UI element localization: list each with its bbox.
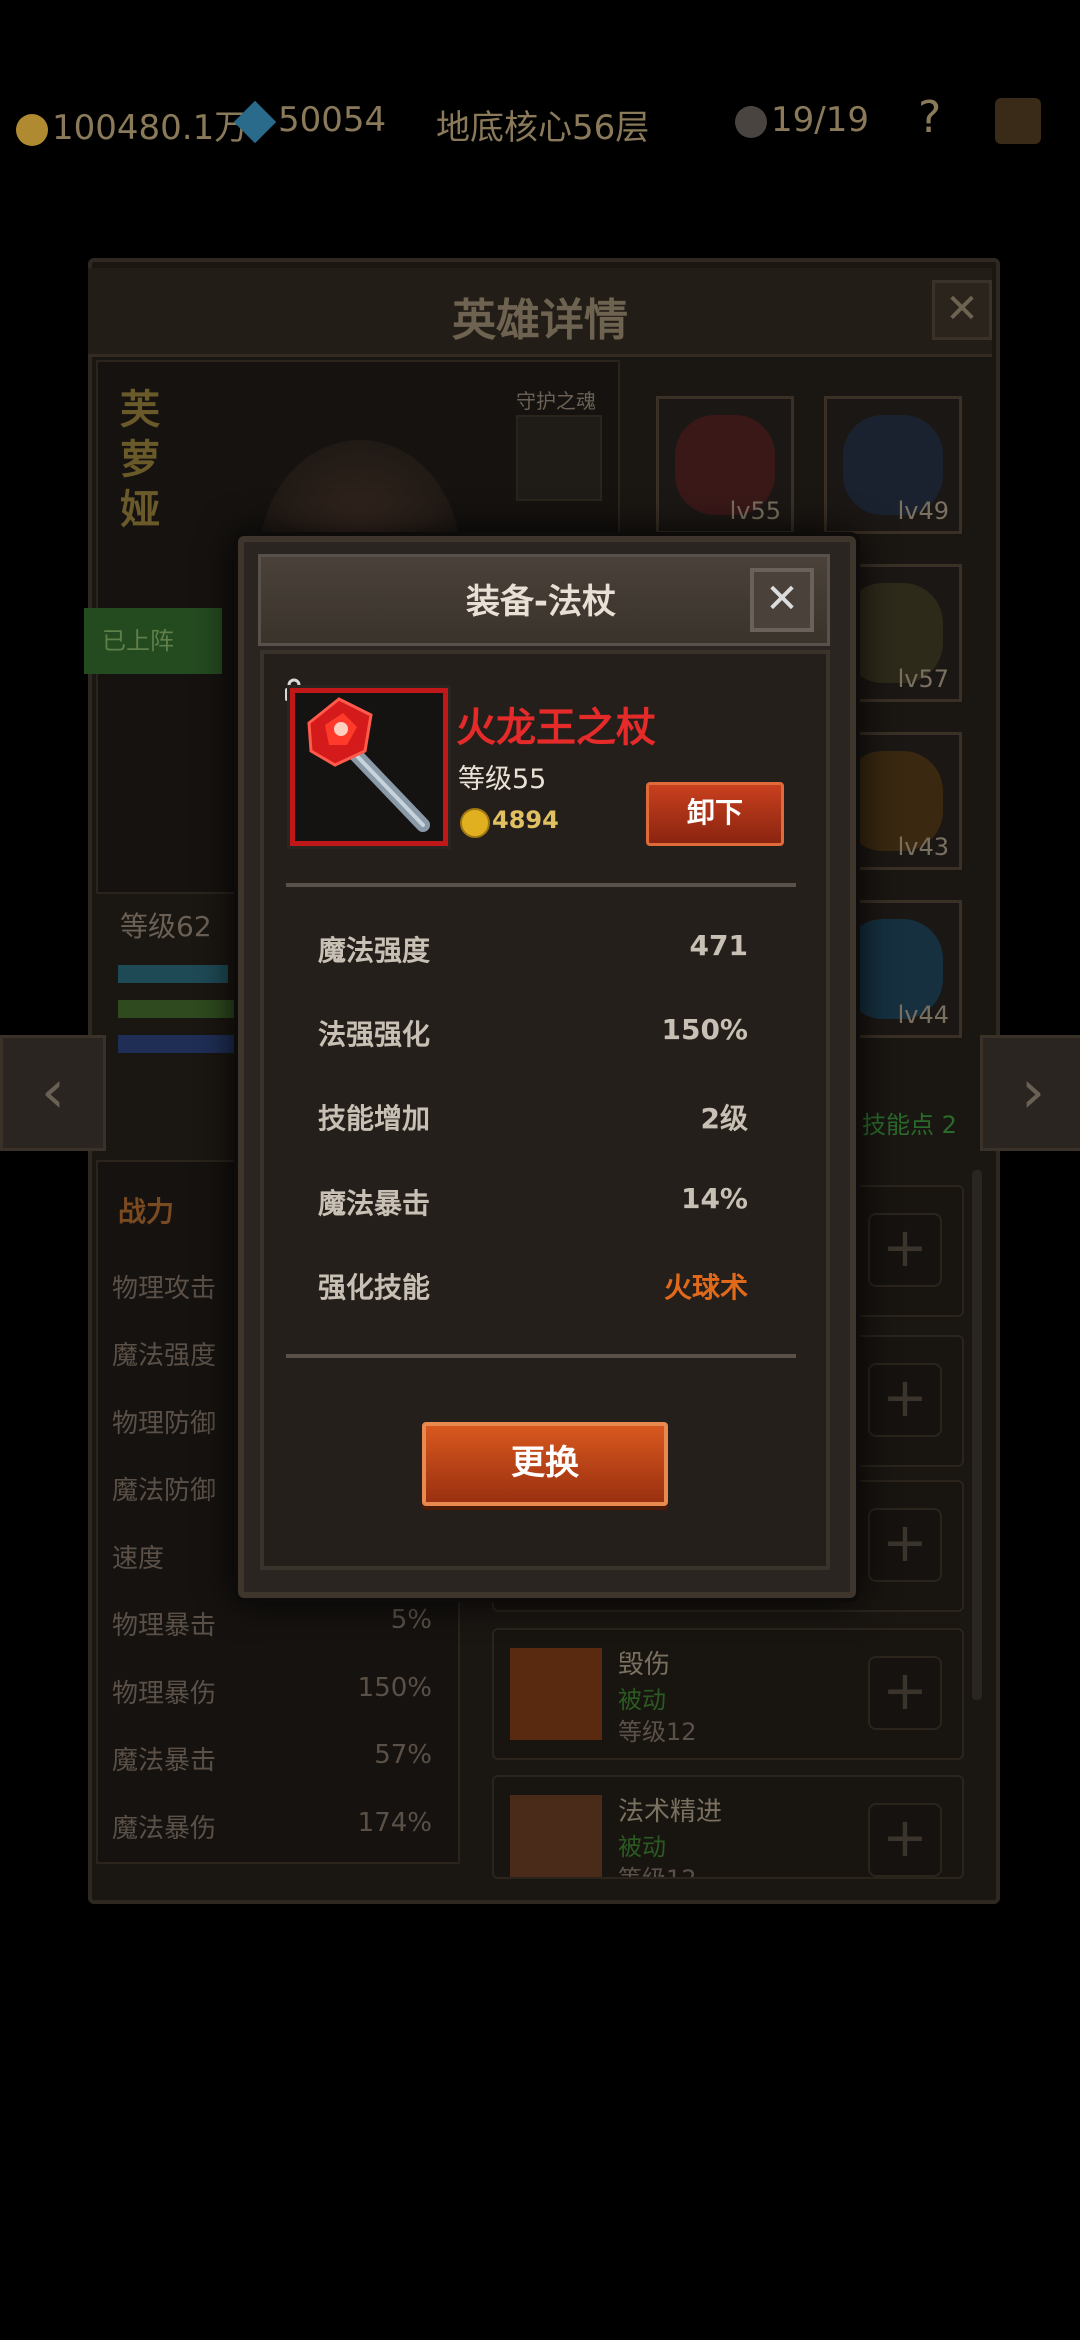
skill-type: 被动: [618, 1686, 666, 1714]
unequip-button[interactable]: 卸下: [646, 782, 784, 846]
stat-label: 速度: [112, 1544, 165, 1574]
gem-icon: [233, 100, 277, 143]
swap-button[interactable]: 更换: [422, 1422, 668, 1506]
guardian-slot[interactable]: [516, 415, 602, 501]
equip-level: lv49: [897, 497, 949, 525]
guardian-label: 守护之魂: [516, 389, 596, 413]
skill-name: 法术精进: [618, 1797, 723, 1827]
skill-points: 技能点 2: [862, 1111, 957, 1139]
attribute-row: 法强强化 150%: [318, 1013, 748, 1053]
enhanced-skill-value: 火球术: [663, 1271, 748, 1304]
skill-scrollbar[interactable]: [972, 1170, 982, 1700]
skill-row: 毁伤 被动 等级12 +: [492, 1628, 964, 1760]
skill-level: 等级12: [618, 1718, 697, 1746]
item-icon-box: [290, 688, 448, 846]
prev-hero-arrow-icon[interactable]: ‹: [0, 1035, 106, 1151]
gold-amount: 100480.1万: [52, 108, 249, 148]
hero-detail-close-button[interactable]: ✕: [932, 280, 992, 340]
stat-label: 物理攻击: [112, 1274, 217, 1304]
stat-row: 物理暴击 5%: [112, 1605, 432, 1642]
stat-row: 物理暴伤 150%: [112, 1673, 432, 1710]
attribute-value: 471: [689, 929, 748, 962]
attribute-row: 魔法强度 471: [318, 929, 748, 969]
gold-counter: 100480.1万: [16, 100, 248, 149]
attribute-label: 法强强化: [318, 1018, 431, 1051]
stat-label: 魔法防御: [112, 1476, 217, 1506]
attribute-row: 强化技能 火球术: [318, 1266, 748, 1306]
gold-coin-icon: [460, 808, 490, 838]
stat-label: 物理暴伤: [112, 1679, 217, 1709]
stage-label: 地底核心56层: [436, 108, 650, 148]
skill-upgrade-button[interactable]: +: [868, 1213, 942, 1287]
hp-bar: [118, 965, 228, 983]
skill-level: 等级12: [618, 1865, 697, 1879]
attribute-label: 魔法强度: [318, 934, 431, 967]
skill-type: 被动: [618, 1833, 666, 1861]
hero-detail-title: 英雄详情: [452, 295, 628, 346]
stat-value: 5%: [390, 1605, 432, 1635]
equip-level: lv44: [897, 1001, 949, 1029]
stat-label: 物理暴击: [112, 1611, 217, 1641]
stat-label: 物理防御: [112, 1409, 217, 1439]
equip-level: lv55: [729, 497, 781, 525]
stat-label: 魔法暴击: [112, 1746, 217, 1776]
attribute-row: 魔法暴击 14%: [318, 1182, 748, 1222]
stats-title: 战力: [118, 1195, 175, 1228]
hero-level: 等级62: [120, 910, 212, 943]
stat-label: 魔法强度: [112, 1341, 217, 1371]
gold-coin-icon: [16, 113, 48, 146]
equip-slot-necklace[interactable]: lv49: [824, 396, 962, 534]
stat-row: 魔法暴击 57%: [112, 1740, 432, 1777]
modal-title: 装备-法杖: [465, 582, 617, 622]
stat-row: 魔法暴伤 174%: [112, 1808, 432, 1845]
skill-upgrade-button[interactable]: +: [868, 1363, 942, 1437]
equip-slot-helmet[interactable]: lv55: [656, 396, 794, 534]
stat-label: 魔法暴伤: [112, 1814, 217, 1844]
skill-icon: [510, 1795, 602, 1877]
next-hero-arrow-icon[interactable]: ›: [980, 1035, 1080, 1151]
staff-icon: [307, 697, 430, 832]
settings-icon[interactable]: [995, 98, 1041, 144]
equip-level: lv43: [897, 833, 949, 861]
stat-value: 150%: [357, 1673, 432, 1703]
item-name: 火龙王之杖: [456, 705, 656, 751]
hero-name: 芙萝娅: [120, 387, 160, 533]
help-button[interactable]: ?: [918, 92, 941, 143]
top-bar: 100480.1万 50054 地底核心56层 19/19 ?: [0, 90, 1080, 150]
stamina-counter: 19/19: [735, 100, 869, 140]
gem-amount: 50054: [278, 100, 387, 140]
stamina-amount: 19/19: [771, 100, 869, 140]
skill-upgrade-button[interactable]: +: [868, 1803, 942, 1877]
attribute-label: 魔法暴击: [318, 1187, 431, 1220]
attribute-label: 技能增加: [318, 1102, 431, 1135]
exp-bar: [118, 1000, 238, 1018]
divider: [286, 1354, 796, 1358]
attribute-label: 强化技能: [318, 1271, 431, 1304]
stat-value: 174%: [357, 1808, 432, 1838]
equip-level: lv57: [897, 665, 949, 693]
attribute-value: 14%: [680, 1182, 748, 1215]
skill-upgrade-button[interactable]: +: [868, 1656, 942, 1730]
modal-close-button[interactable]: ✕: [750, 568, 814, 632]
item-price: 4894: [492, 806, 559, 834]
stat-value: 57%: [374, 1740, 432, 1770]
skull-icon: [735, 105, 767, 138]
skill-row: 法术精进 被动 等级12 +: [492, 1775, 964, 1879]
hero-detail-header: 英雄详情 ✕: [88, 268, 992, 357]
attribute-value: 2级: [700, 1102, 748, 1135]
item-level: 等级55: [458, 764, 547, 795]
skill-name: 毁伤: [618, 1650, 671, 1680]
gem-counter: 50054: [233, 100, 387, 143]
attribute-value: 150%: [661, 1013, 748, 1046]
divider: [286, 883, 796, 887]
deployed-badge: 已上阵: [84, 608, 222, 674]
attribute-row: 技能增加 2级: [318, 1097, 748, 1137]
skill-icon: [510, 1648, 602, 1740]
mana-bar: [118, 1035, 238, 1053]
skill-upgrade-button[interactable]: +: [868, 1508, 942, 1582]
